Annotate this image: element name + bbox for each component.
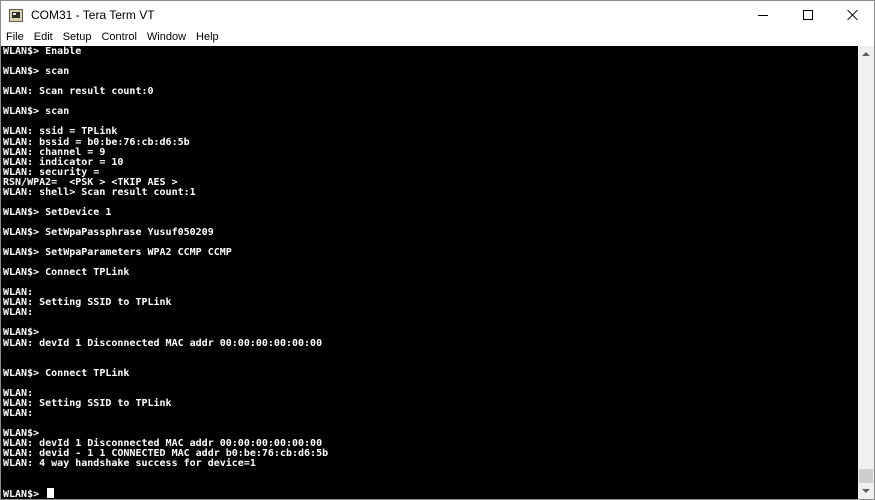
tera-term-app-icon[interactable] bbox=[9, 9, 23, 22]
terminal-line: WLAN: Scan result count:0 bbox=[3, 86, 154, 98]
terminal-line: WLAN: bbox=[3, 407, 34, 419]
terminal-line: WLAN: bbox=[3, 307, 34, 319]
menu-setup[interactable]: Setup bbox=[58, 30, 97, 45]
terminal-line: WLAN: 4 way handshake success for device… bbox=[3, 458, 256, 470]
title-bar[interactable]: COM31 - Tera Term VT bbox=[1, 1, 874, 29]
scroll-down-button[interactable] bbox=[858, 483, 874, 499]
terminal-line: WLAN$> scan bbox=[3, 66, 70, 78]
menu-control[interactable]: Control bbox=[96, 30, 141, 45]
tera-term-window: COM31 - Tera Term VT File Edit Setup Con… bbox=[0, 0, 875, 500]
terminal-line: WLAN$> bbox=[3, 488, 55, 499]
maximize-icon bbox=[802, 10, 813, 20]
maximize-button[interactable] bbox=[785, 1, 830, 29]
close-button[interactable] bbox=[830, 1, 875, 29]
menu-file[interactable]: File bbox=[1, 30, 29, 45]
scroll-up-button[interactable] bbox=[858, 46, 874, 62]
minimize-button[interactable] bbox=[740, 1, 785, 29]
minimize-icon bbox=[757, 14, 768, 16]
window-title: COM31 - Tera Term VT bbox=[31, 8, 155, 22]
terminal-line: WLAN$> SetDevice 1 bbox=[3, 206, 112, 218]
terminal-line: WLAN$> Connect TPLink bbox=[3, 267, 130, 279]
terminal-cursor bbox=[47, 488, 55, 499]
arrow-down-icon bbox=[862, 489, 870, 493]
terminal-line: WLAN: devId 1 Disconnected MAC addr 00:0… bbox=[3, 337, 323, 349]
terminal-line: WLAN$> Enable bbox=[3, 46, 82, 57]
menu-window[interactable]: Window bbox=[142, 30, 191, 45]
menu-help[interactable]: Help bbox=[191, 30, 224, 45]
terminal-output[interactable]: WLAN$> Enable WLAN$> scan WLAN: Scan resul… bbox=[1, 46, 858, 499]
terminal-line: WLAN$> scan bbox=[3, 106, 70, 118]
menu-edit[interactable]: Edit bbox=[29, 30, 58, 45]
menu-bar: File Edit Setup Control Window Help bbox=[1, 29, 874, 46]
scroll-thumb[interactable] bbox=[859, 469, 873, 483]
arrow-up-icon bbox=[862, 52, 870, 56]
terminal-line: WLAN: shell> Scan result count:1 bbox=[3, 186, 196, 198]
terminal-line: WLAN$> SetWpaPassphrase Yusuf050209 bbox=[3, 226, 214, 238]
close-icon bbox=[847, 9, 859, 21]
vertical-scrollbar[interactable] bbox=[858, 46, 874, 499]
terminal-line: WLAN$> Connect TPLink bbox=[3, 367, 130, 379]
terminal-line: WLAN$> SetWpaParameters WPA2 CCMP CCMP bbox=[3, 247, 232, 258]
